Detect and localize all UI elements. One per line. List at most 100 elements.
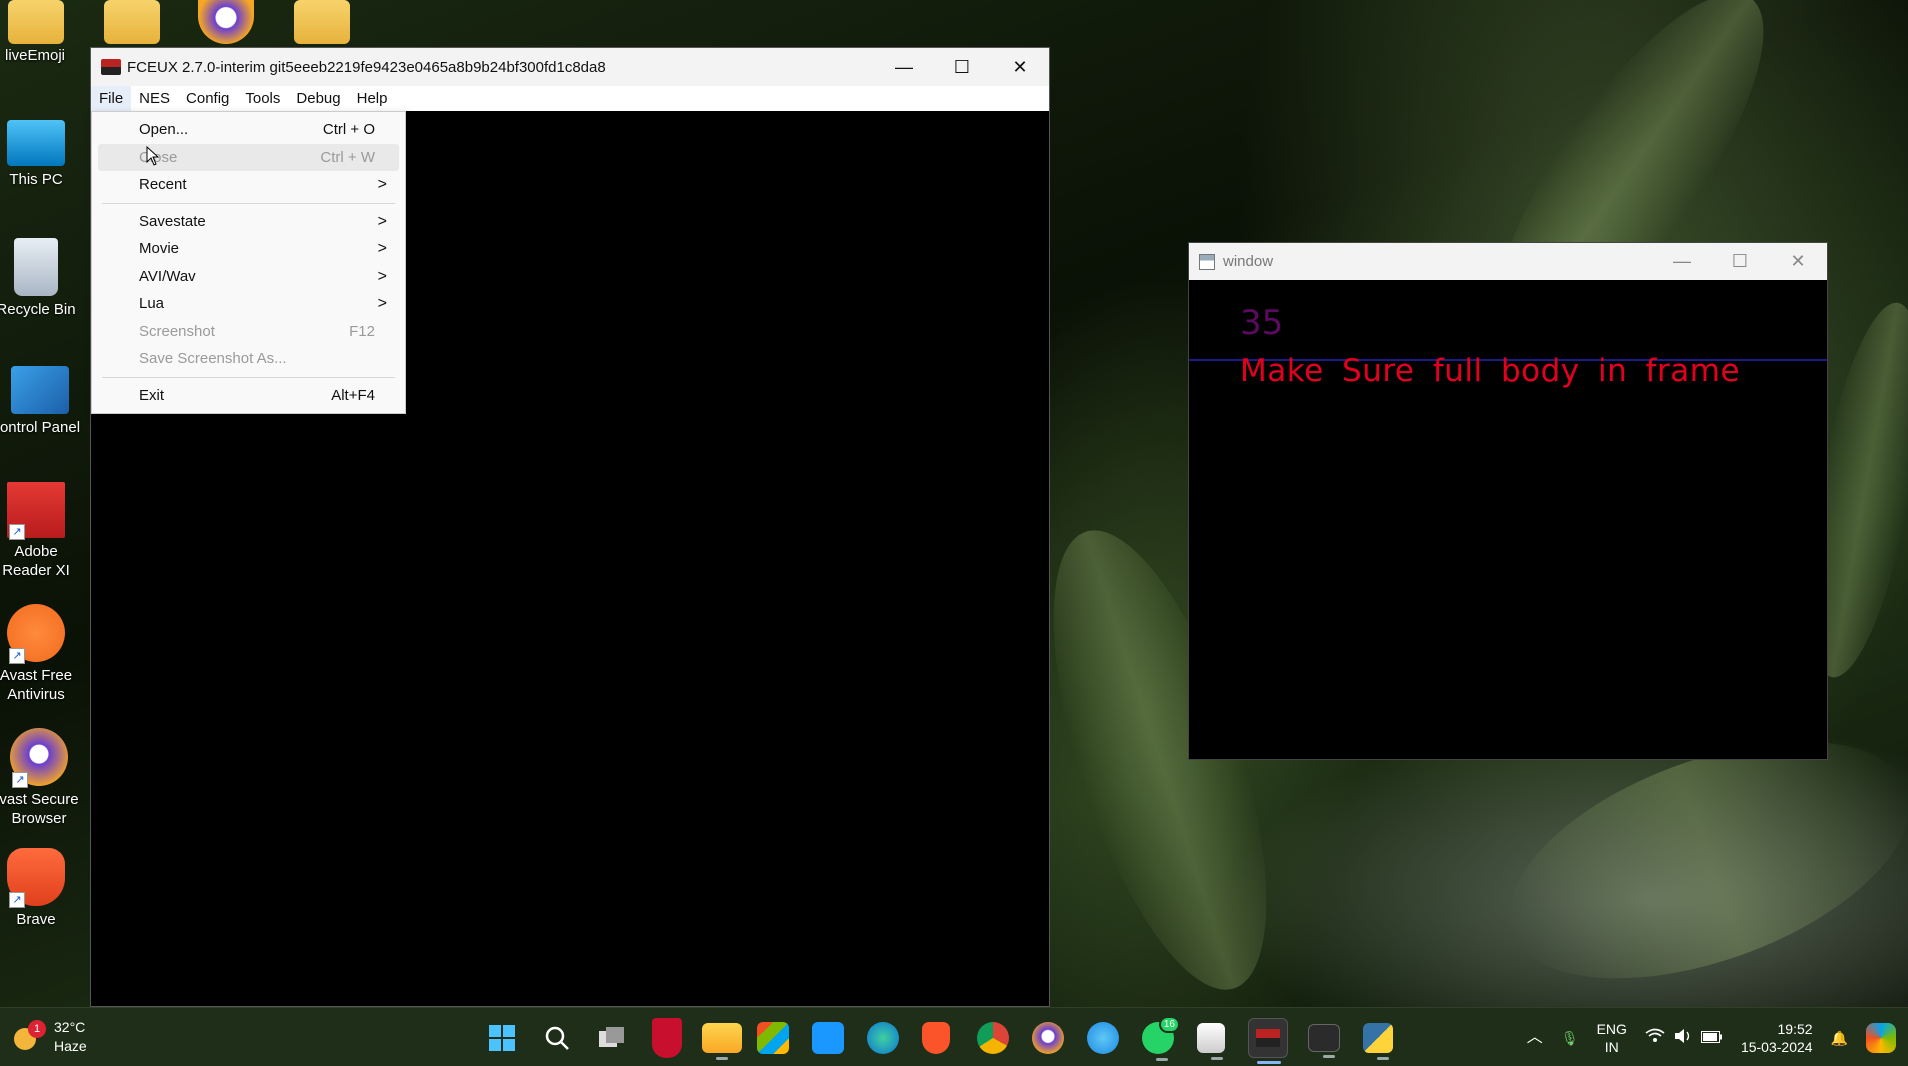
menu-item-close[interactable]: Close Ctrl + W xyxy=(98,143,399,171)
fceux-window: FCEUX 2.7.0-interim git5eeeb2219fe9423e0… xyxy=(90,47,1050,1007)
menu-debug[interactable]: Debug xyxy=(288,86,348,111)
desktop-icon-label: Recycle Bin xyxy=(0,301,76,318)
weather-widget[interactable]: 1 32°C Haze xyxy=(12,1018,87,1056)
battery-icon[interactable] xyxy=(1700,1029,1723,1047)
desktop-icon-label: liveEmoji xyxy=(4,47,65,64)
menu-config[interactable]: Config xyxy=(178,86,237,111)
help-icon[interactable] xyxy=(1087,1022,1119,1054)
brave-lion-icon: ↗ xyxy=(7,848,65,908)
file-menu-dropdown: Open... Ctrl + O Close Ctrl + W Recent >… xyxy=(91,111,406,414)
brave-lion-icon[interactable] xyxy=(922,1022,950,1054)
clock-date: 15-03-2024 xyxy=(1740,1038,1813,1055)
desktop-icon-avast-browser[interactable]: ↗ vast Secure Browser xyxy=(0,728,84,828)
menu-item-label: AVI/Wav xyxy=(139,267,196,285)
window-app-icon xyxy=(1199,253,1215,270)
fceux-taskbar-icon[interactable] xyxy=(1248,1018,1288,1064)
menu-item-recent[interactable]: Recent > xyxy=(92,171,405,199)
fceux-titlebar[interactable]: FCEUX 2.7.0-interim git5eeeb2219fe9423e0… xyxy=(91,48,1049,86)
maximize-button[interactable]: ☐ xyxy=(1711,243,1769,280)
menu-item-avi-wav[interactable]: AVI/Wav > xyxy=(92,263,405,291)
menu-item-shortcut: F12 xyxy=(349,322,375,340)
menu-help[interactable]: Help xyxy=(349,86,396,111)
secure-browser-icon[interactable] xyxy=(1032,1022,1064,1054)
desktop-icon-label: Avast Free Antivirus xyxy=(0,667,73,703)
desktop-icon-label: ontrol Panel xyxy=(0,419,81,436)
desktop-icon-label: Brave xyxy=(16,911,56,928)
opencv-window: window — ☐ ✕ 35 Make Sure full body in f… xyxy=(1188,242,1828,760)
close-button[interactable]: ✕ xyxy=(1769,243,1827,280)
menu-item-label: Open... xyxy=(139,121,189,138)
menu-item-label: Screenshot xyxy=(139,322,215,340)
chevron-right-icon: > xyxy=(377,240,387,257)
close-button[interactable]: ✕ xyxy=(991,48,1049,86)
desktop-icon-brave[interactable]: ↗ Brave xyxy=(0,848,81,929)
python-icon[interactable] xyxy=(1363,1023,1393,1060)
snipping-tool-icon[interactable] xyxy=(1197,1023,1225,1060)
window-title: FCEUX 2.7.0-interim git5eeeb2219fe9423e0… xyxy=(127,58,606,76)
frame-counter: 35 xyxy=(1240,303,1284,343)
menu-separator xyxy=(102,376,395,378)
maximize-button[interactable]: ☐ xyxy=(933,48,991,86)
menu-item-shortcut: Ctrl + W xyxy=(320,148,375,166)
weather-sun-icon: 1 xyxy=(12,1020,46,1052)
copilot-icon[interactable] xyxy=(1866,1022,1896,1053)
menu-separator xyxy=(102,202,395,204)
desktop-icon-this-pc[interactable]: This PC xyxy=(0,120,81,189)
secure-browser-icon: ↗ xyxy=(10,728,68,788)
desktop-icon-adobe-reader[interactable]: ↗ Adobe Reader XI xyxy=(0,482,81,580)
search-icon[interactable] xyxy=(537,1018,577,1058)
file-explorer-icon[interactable] xyxy=(702,1023,742,1060)
start-windows-icon[interactable] xyxy=(482,1018,522,1058)
task-view-icon[interactable] xyxy=(592,1018,632,1058)
menu-item-exit[interactable]: Exit Alt+F4 xyxy=(92,382,405,410)
volume-icon[interactable] xyxy=(1673,1028,1693,1048)
desktop-icon-liveemoji[interactable]: liveEmoji xyxy=(0,46,80,65)
taskbar: 1 32°C Haze 16 ︿ 🎙 ENG IN 19:52 15-03-20… xyxy=(0,1007,1908,1066)
menu-tools[interactable]: Tools xyxy=(237,86,288,111)
menu-item-open[interactable]: Open... Ctrl + O xyxy=(92,116,405,144)
clock[interactable]: 19:52 15-03-2024 xyxy=(1741,1020,1813,1056)
edge-browser-icon[interactable] xyxy=(867,1022,899,1054)
menu-item-savestate[interactable]: Savestate > xyxy=(92,208,405,236)
whatsapp-badge: 16 xyxy=(1158,1016,1180,1033)
microsoft-store-icon[interactable] xyxy=(757,1022,789,1054)
desktop-icon-control-panel[interactable]: ontrol Panel xyxy=(0,366,85,437)
menu-item-save-screenshot-as[interactable]: Save Screenshot As... xyxy=(92,345,405,373)
microphone-icon[interactable]: 🎙 xyxy=(1561,1029,1579,1047)
language-label: ENG xyxy=(1596,1020,1627,1037)
shortcut-arrow-icon: ↗ xyxy=(9,892,25,908)
menu-item-shortcut: Ctrl + O xyxy=(322,121,375,138)
menu-item-screenshot[interactable]: Screenshot F12 xyxy=(92,318,405,346)
desktop-icon-recycle-bin[interactable]: Recycle Bin xyxy=(0,238,81,319)
mcafee-shield-icon[interactable] xyxy=(652,1018,682,1058)
minimize-button[interactable]: — xyxy=(1653,243,1711,280)
desktop-icon-label: Adobe Reader XI xyxy=(2,543,70,579)
wifi-icon[interactable] xyxy=(1645,1028,1665,1048)
menu-item-lua[interactable]: Lua > xyxy=(92,290,405,318)
chevron-up-icon[interactable]: ︿ xyxy=(1527,1029,1543,1047)
avast-icon: ↗ xyxy=(7,604,65,664)
folder-app-icon[interactable] xyxy=(104,0,160,44)
menu-item-movie[interactable]: Movie > xyxy=(92,235,405,263)
opencv-titlebar[interactable]: window — ☐ ✕ xyxy=(1189,243,1827,280)
whatsapp-icon[interactable]: 16 xyxy=(1142,1016,1180,1061)
menu-file[interactable]: File xyxy=(91,86,132,111)
notification-icon[interactable]: 🔔 xyxy=(1831,1029,1848,1047)
terminal-icon[interactable] xyxy=(1308,1024,1340,1058)
folder-icon[interactable] xyxy=(8,0,64,44)
minimize-button[interactable]: — xyxy=(875,48,933,86)
taskbar-apps: 16 xyxy=(482,1016,1408,1064)
chrome-icon[interactable] xyxy=(977,1022,1009,1054)
desktop-icon-label: vast Secure Browser xyxy=(0,791,79,827)
language-indicator[interactable]: ENG IN xyxy=(1597,1020,1627,1056)
folder-icon[interactable] xyxy=(294,0,350,44)
menu-item-label: Lua xyxy=(139,295,165,312)
menu-item-shortcut: Alt+F4 xyxy=(331,386,375,404)
menu-item-label: Exit xyxy=(139,386,165,404)
recycle-bin-icon xyxy=(14,238,58,296)
shortcut-arrow-icon: ↗ xyxy=(12,772,28,788)
prime-video-icon[interactable] xyxy=(812,1022,844,1054)
mouse-cursor-icon xyxy=(146,146,160,166)
menu-nes[interactable]: NES xyxy=(131,86,178,111)
desktop-icon-avast-antivirus[interactable]: ↗ Avast Free Antivirus xyxy=(0,604,81,704)
